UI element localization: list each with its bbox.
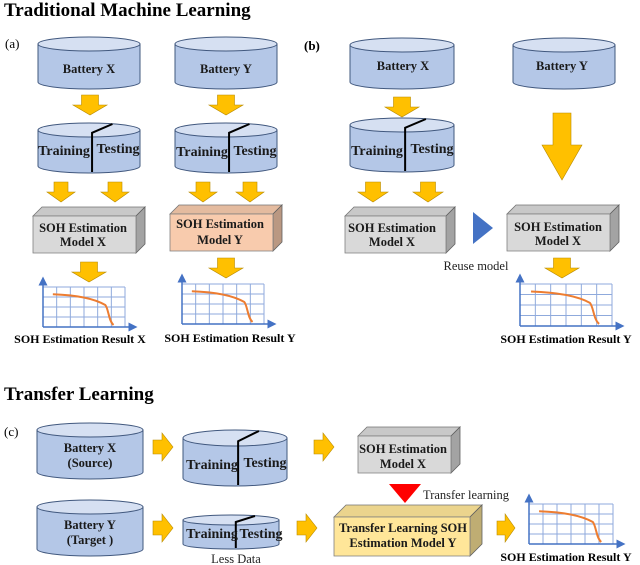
less-data-label: Less Data — [211, 552, 261, 565]
cylinder-top — [174, 122, 278, 138]
battery-x-label: Battery X — [63, 62, 115, 76]
cylinder-top — [36, 499, 144, 515]
traditional-ml-title: Traditional Machine Learning — [4, 0, 251, 21]
down-arrow — [70, 261, 108, 283]
testing-label: Testing — [243, 456, 286, 471]
training-label: Training — [38, 144, 90, 159]
down-arrow — [46, 181, 76, 203]
reuse-model-label: Reuse model — [444, 259, 509, 273]
reused-model-x-line1: SOH Estimation — [514, 220, 602, 234]
soh-result-chart-x — [38, 276, 138, 332]
right-arrow — [152, 513, 174, 543]
panel-label-a: (a) — [5, 36, 19, 51]
cylinder-top — [349, 117, 455, 133]
cylinder-top — [349, 37, 455, 53]
result-x-label: SOH Estimation Result X — [14, 332, 146, 346]
cylinder-top — [37, 36, 141, 52]
battery-y-label: Battery Y — [536, 59, 588, 73]
box-top — [344, 206, 456, 217]
cylinder-top — [36, 422, 144, 438]
transfer-learning-label: Transfer learning — [423, 488, 510, 502]
cylinder-top — [182, 514, 280, 526]
cylinder-top — [182, 429, 288, 447]
source-model-x-line2: Model X — [380, 457, 426, 471]
right-arrow — [152, 432, 174, 462]
model-x-line1: SOH Estimation — [39, 221, 127, 235]
testing-label: Testing — [410, 142, 453, 157]
testing-label: Testing — [233, 144, 276, 159]
battery-x-source-line2: (Source) — [68, 456, 113, 470]
transfer-learning-triangle-icon — [389, 484, 421, 503]
down-arrow — [235, 181, 265, 203]
right-arrow — [496, 513, 516, 543]
training-label-less-data: Training — [186, 527, 238, 542]
down-arrow — [207, 94, 245, 116]
battery-x-source-line1: Battery X — [64, 441, 116, 455]
down-arrow — [100, 181, 130, 203]
result-y-label: SOH Estimation Result Y — [500, 332, 632, 346]
box-top — [357, 426, 461, 437]
down-arrow — [357, 181, 389, 203]
soh-curve — [191, 290, 254, 323]
training-label: Training — [351, 144, 403, 159]
soh-result-chart-y — [524, 493, 626, 549]
diagram-canvas: Traditional Machine Learning Transfer Le… — [4, 0, 632, 565]
box-top — [506, 204, 620, 215]
model-y-line1: SOH Estimation — [176, 217, 264, 231]
cylinder-top — [174, 36, 278, 52]
tl-model-line1: Transfer Learning SOH — [339, 521, 467, 535]
panel-label-c: (c) — [4, 424, 18, 439]
battery-y-target-line2: (Target ) — [67, 533, 113, 547]
right-arrow — [296, 513, 318, 543]
soh-curve — [539, 510, 602, 543]
training-label: Training — [186, 458, 238, 473]
reused-model-x-line2: Model X — [535, 234, 581, 248]
down-arrow — [412, 181, 444, 203]
model-x-line2: Model X — [369, 235, 415, 249]
down-arrow — [71, 94, 109, 116]
soh-curve — [531, 290, 600, 325]
soh-result-chart-y — [177, 273, 277, 329]
cylinder-top — [37, 122, 141, 138]
model-x-line2: Model X — [60, 235, 106, 249]
transfer-learning-title: Transfer Learning — [4, 384, 154, 405]
box-top — [169, 204, 283, 215]
model-y-line2: Model Y — [197, 233, 243, 247]
right-arrow — [313, 432, 335, 462]
soh-curve — [52, 293, 115, 326]
down-arrow — [543, 257, 581, 279]
testing-label-less-data: Testing — [239, 527, 282, 542]
training-label: Training — [176, 145, 228, 160]
down-arrow — [383, 96, 421, 118]
battery-x-label: Battery X — [377, 59, 429, 73]
down-arrow — [207, 257, 245, 279]
tl-model-line2: Estimation Model Y — [349, 536, 456, 550]
panel-label-b: (b) — [304, 38, 320, 53]
cylinder-top — [512, 37, 616, 53]
battery-y-target-line1: Battery Y — [64, 518, 116, 532]
long-down-arrow — [541, 112, 583, 181]
result-y-label: SOH Estimation Result Y — [164, 331, 296, 345]
box-top — [333, 504, 483, 518]
down-arrow — [188, 181, 218, 203]
model-x-line1: SOH Estimation — [348, 221, 436, 235]
source-model-x-line1: SOH Estimation — [359, 442, 447, 456]
reuse-model-triangle-icon — [473, 212, 493, 244]
battery-y-label: Battery Y — [200, 62, 252, 76]
testing-label: Testing — [96, 142, 139, 157]
soh-result-chart-y — [515, 273, 625, 331]
result-y-label: SOH Estimation Result Y — [500, 550, 632, 564]
box-top — [32, 206, 146, 217]
